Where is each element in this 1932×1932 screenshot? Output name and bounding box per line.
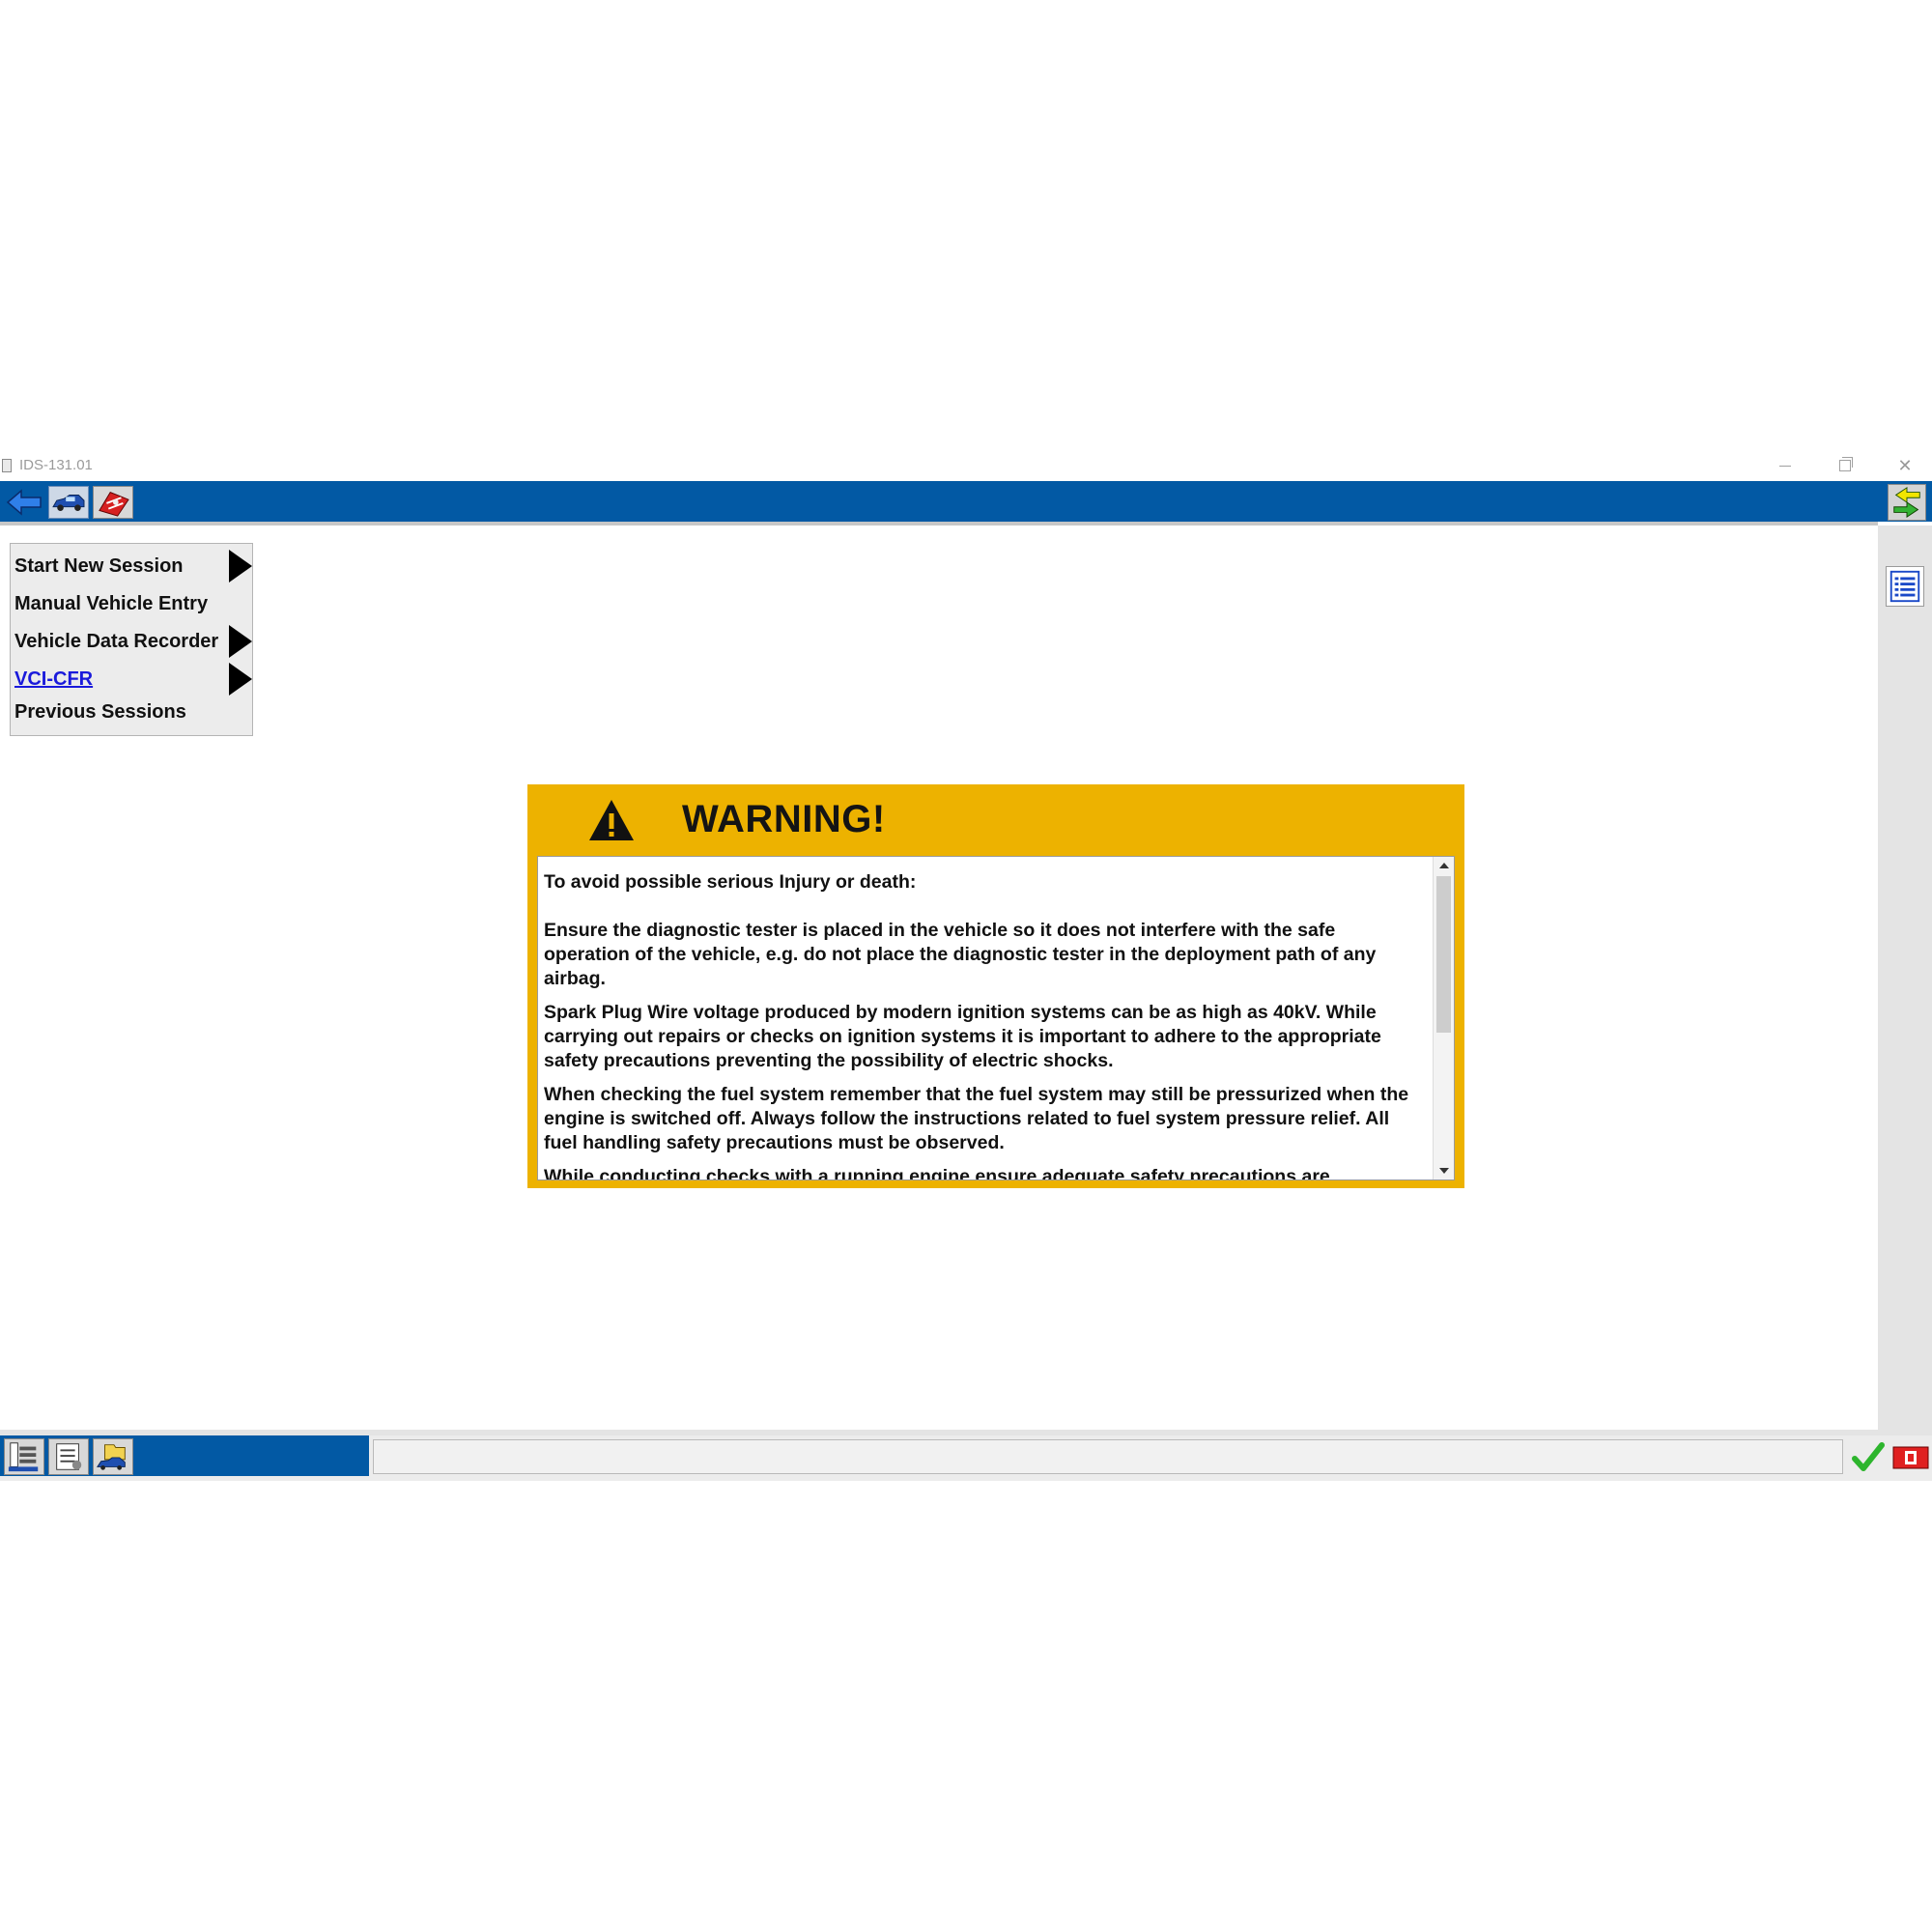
status-toolbar: [0, 1435, 369, 1476]
warning-message-panel[interactable]: To avoid possible serious Injury or deat…: [537, 856, 1455, 1180]
close-button[interactable]: ✕: [1878, 450, 1932, 481]
title-bar: IDS-131.01 ✕: [0, 450, 1932, 481]
menu-item-start-new-session[interactable]: Start New Session: [11, 548, 252, 582]
status-bar: [0, 1435, 1932, 1481]
submenu-arrow-icon: [229, 663, 252, 696]
warning-paragraph: While conducting checks with a running e…: [544, 1166, 1330, 1180]
scroll-down-icon[interactable]: [1439, 1168, 1449, 1174]
warning-dialog: WARNING! To avoid possible serious Injur…: [527, 784, 1464, 1188]
app-icon: [2, 459, 12, 472]
warning-paragraph: Ensure the diagnostic tester is placed i…: [544, 920, 1377, 989]
warning-scrollbar[interactable]: [1433, 857, 1454, 1179]
swap-arrows-icon: [1893, 486, 1920, 519]
vehicle-folder-icon: [97, 1444, 126, 1470]
restore-button[interactable]: [1818, 450, 1872, 481]
submenu-arrow-icon: [229, 550, 252, 582]
report-icon: [56, 1443, 82, 1470]
menu-item-vehicle-data-recorder[interactable]: Vehicle Data Recorder: [11, 623, 252, 658]
toolbox-button[interactable]: [93, 486, 133, 519]
job-list-button[interactable]: [1886, 566, 1924, 607]
swap-button[interactable]: [1888, 484, 1926, 521]
scroll-thumb[interactable]: [1436, 876, 1451, 1033]
menu-item-label: Start New Session: [14, 555, 184, 577]
report-button[interactable]: [48, 1438, 89, 1475]
minimize-icon: [1779, 465, 1791, 467]
session-data-button[interactable]: [4, 1438, 44, 1475]
back-button[interactable]: [4, 486, 44, 519]
warning-paragraph: When checking the fuel system remember t…: [544, 1084, 1409, 1153]
warning-header: WARNING!: [527, 784, 1464, 856]
menu-item-label: Previous Sessions: [14, 701, 186, 723]
toolbar-divider: [0, 522, 1878, 526]
checkmark-icon: [1852, 1442, 1885, 1471]
back-arrow-icon: [6, 489, 42, 516]
session-menu: Start New Session Manual Vehicle Entry V…: [10, 543, 253, 701]
list-icon: [1889, 570, 1920, 603]
vehicle-folder-button[interactable]: [93, 1438, 133, 1475]
warning-triangle-icon: [589, 800, 634, 840]
submenu-arrow-icon: [229, 625, 252, 658]
menu-item-label: VCI-CFR: [14, 668, 94, 690]
minimize-button[interactable]: [1758, 450, 1812, 481]
window-title: IDS-131.01: [19, 457, 93, 473]
menu-item-label: Manual Vehicle Entry: [14, 593, 209, 614]
close-icon: ✕: [1897, 455, 1913, 475]
status-message-field: [373, 1439, 1843, 1474]
vci-status-icon[interactable]: [1891, 1443, 1930, 1472]
session-data-icon: [8, 1442, 39, 1472]
ids-window: IDS-131.01 ✕ Start New Session Manual Ve…: [0, 450, 1932, 1481]
warning-title: WARNING!: [682, 798, 886, 840]
right-side-panel: [1878, 526, 1932, 1430]
warning-paragraph: Spark Plug Wire voltage produced by mode…: [544, 1002, 1381, 1071]
menu-item-manual-vehicle-entry[interactable]: Manual Vehicle Entry: [11, 585, 252, 620]
vehicle-button[interactable]: [48, 486, 89, 519]
main-toolbar: [0, 481, 1932, 522]
menu-item-label: Vehicle Data Recorder: [14, 631, 219, 652]
vehicle-icon: [52, 495, 85, 511]
toolbox-icon: [99, 492, 129, 517]
menu-item-vci-cfr[interactable]: VCI-CFR: [11, 661, 252, 696]
menu-item-previous-sessions[interactable]: Previous Sessions: [10, 697, 253, 736]
warning-intro: To avoid possible serious Injury or deat…: [544, 871, 917, 893]
warning-text: To avoid possible serious Injury or deat…: [544, 870, 1413, 1180]
restore-icon: [1839, 457, 1853, 471]
scroll-up-icon[interactable]: [1439, 863, 1449, 868]
